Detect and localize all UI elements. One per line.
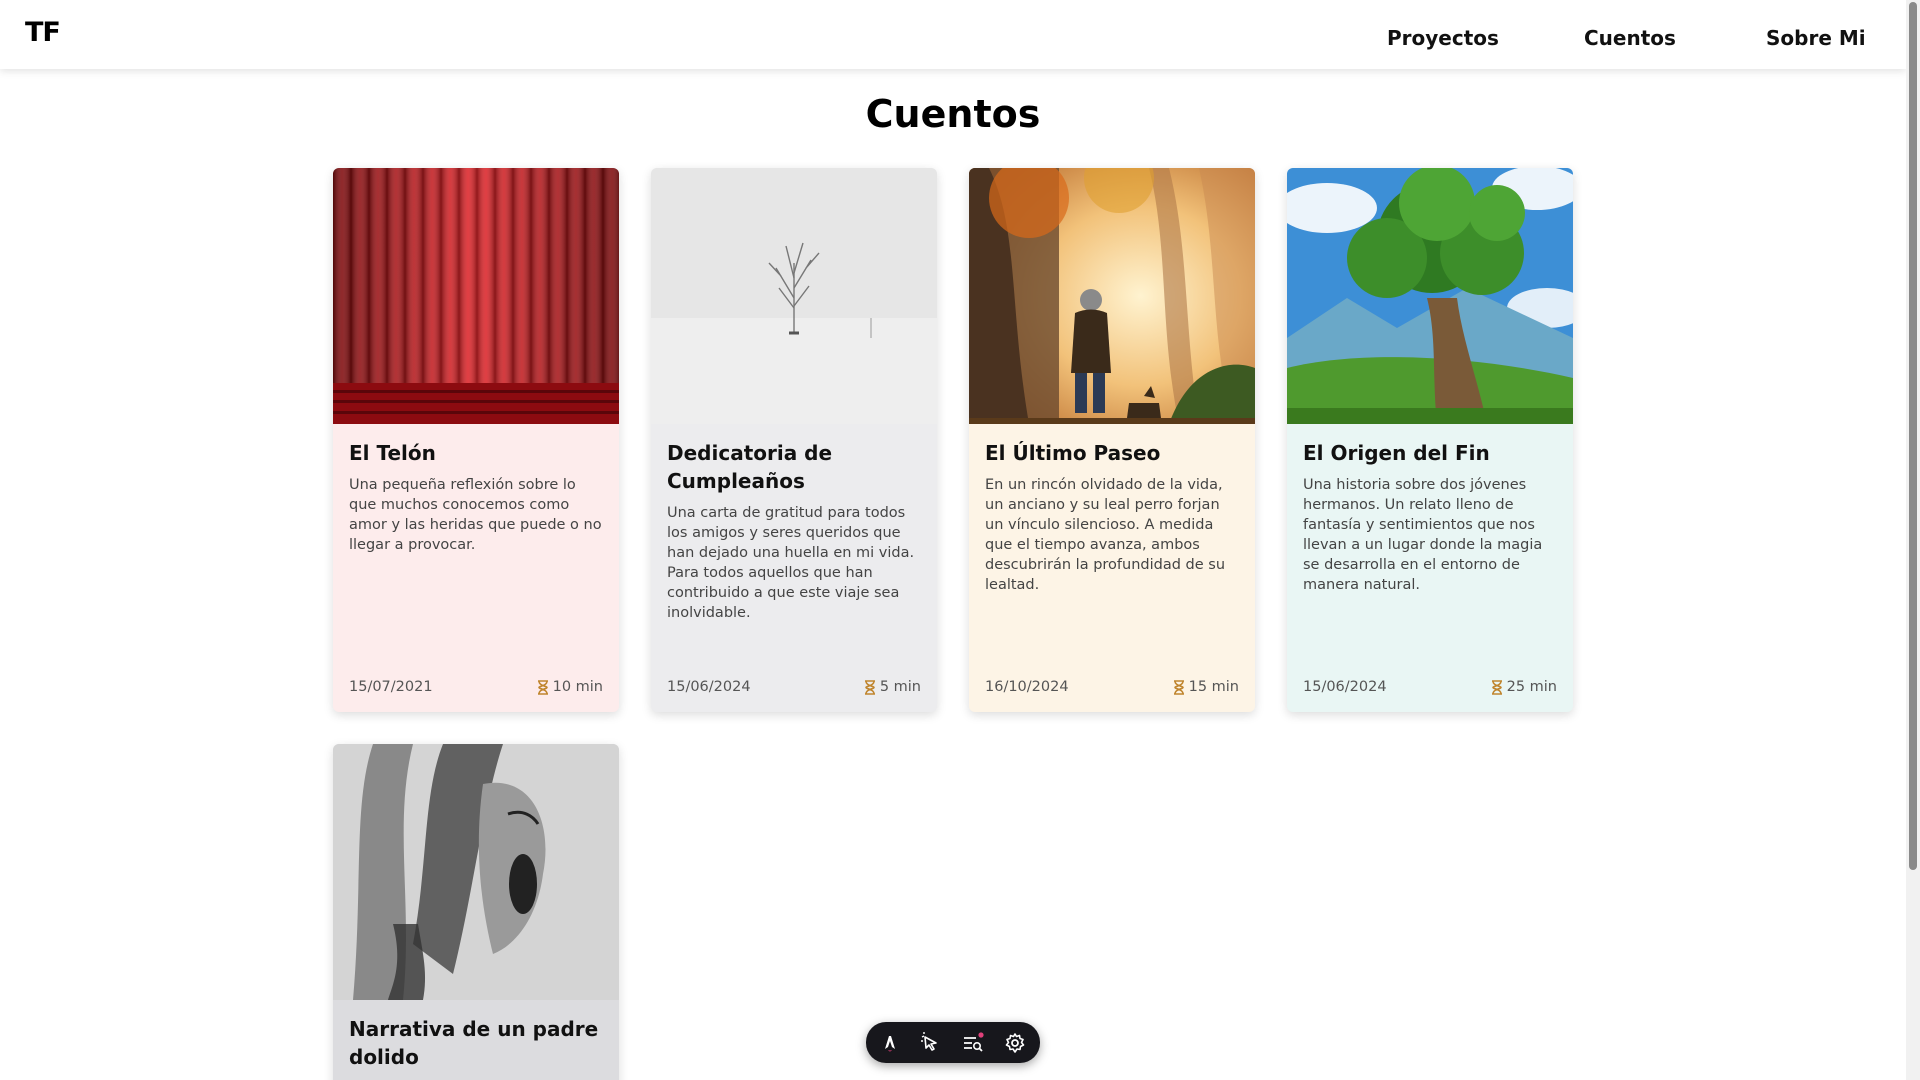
card-duration: 10 min — [537, 679, 603, 695]
site-header: TF Proyectos Cuentos Sobre Mi — [0, 0, 1906, 69]
card-image-fantasy-tree — [1287, 168, 1573, 424]
hourglass-icon — [1173, 679, 1184, 695]
story-card-narrativa-padre[interactable]: Narrativa de un padre dolido — [333, 744, 619, 1080]
card-duration: 5 min — [864, 679, 921, 695]
hourglass-icon — [864, 679, 875, 695]
page-scrollbar[interactable] — [1906, 0, 1920, 1080]
card-description: Una pequeña reflexión sobre lo que mucho… — [349, 477, 602, 553]
nav-sobre-mi[interactable]: Sobre Mi — [1766, 26, 1866, 50]
audit-list-icon[interactable] — [962, 1032, 984, 1054]
card-title[interactable]: Dedicatoria de Cumpleaños — [667, 439, 925, 495]
card-title[interactable]: Narrativa de un padre dolido — [349, 1015, 607, 1071]
story-card-el-ultimo-paseo[interactable]: El Último Paseo En un rincón olvidado de… — [969, 168, 1255, 712]
card-description: Una carta de gratitud para todos los ami… — [667, 505, 915, 621]
inspect-cursor-icon[interactable] — [919, 1032, 941, 1054]
card-duration: 25 min — [1491, 679, 1557, 695]
story-card-el-telon[interactable]: El Telón Una pequeña reflexión sobre lo … — [333, 168, 619, 712]
astro-logo-icon[interactable] — [879, 1032, 901, 1054]
card-date: 15/06/2024 — [667, 679, 751, 695]
dev-toolbar — [866, 1022, 1040, 1063]
card-date: 16/10/2024 — [985, 679, 1069, 695]
card-image-curtain — [333, 168, 619, 424]
hourglass-icon — [1491, 679, 1502, 695]
card-image-snow-tree — [651, 168, 937, 424]
story-card-dedicatoria[interactable]: Dedicatoria de Cumpleaños Una carta de g… — [651, 168, 937, 712]
card-date: 15/06/2024 — [1303, 679, 1387, 695]
page-title: Cuentos — [865, 92, 1041, 136]
hourglass-icon — [537, 679, 548, 695]
card-description: Una historia sobre dos jóvenes hermanos.… — [1303, 477, 1543, 593]
card-duration: 15 min — [1173, 679, 1239, 695]
settings-gear-icon[interactable] — [1004, 1032, 1026, 1054]
story-card-el-origen-del-fin[interactable]: El Origen del Fin Una historia sobre dos… — [1287, 168, 1573, 712]
card-title[interactable]: El Último Paseo — [985, 439, 1243, 467]
nav-proyectos[interactable]: Proyectos — [1387, 26, 1499, 50]
card-image-ink-scream — [333, 744, 619, 1000]
card-title[interactable]: El Telón — [349, 439, 607, 467]
site-logo[interactable]: TF — [25, 17, 61, 48]
card-date: 15/07/2021 — [349, 679, 433, 695]
card-image-old-man-dog — [969, 168, 1255, 424]
card-title[interactable]: El Origen del Fin — [1303, 439, 1561, 467]
scrollbar-thumb[interactable] — [1909, 2, 1917, 870]
nav-cuentos[interactable]: Cuentos — [1584, 26, 1676, 50]
card-description: En un rincón olvidado de la vida, un anc… — [985, 477, 1226, 593]
